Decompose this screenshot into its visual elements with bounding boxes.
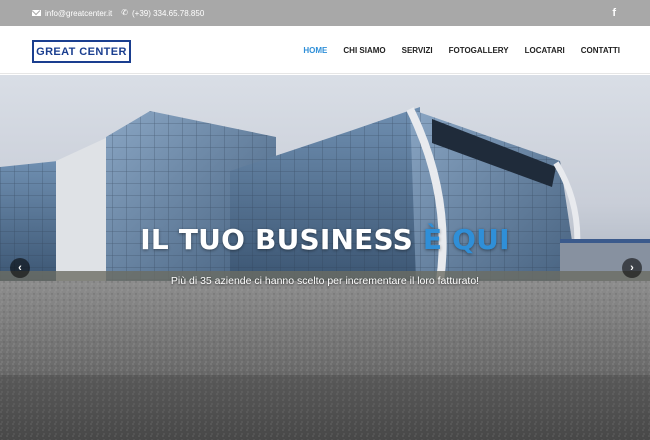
nav-item-fotogallery[interactable]: FOTOGALLERY	[449, 46, 509, 55]
hero-subtitle: Più di 35 aziende ci hanno scelto per in…	[170, 275, 480, 287]
phone-icon: ✆	[121, 8, 128, 17]
main-nav: HOME CHI SIAMO SERVIZI FOTOGALLERY LOCAT…	[287, 26, 620, 74]
facebook-icon[interactable]: f	[612, 7, 616, 19]
slider-next-button[interactable]: ›	[622, 258, 642, 278]
hero-title: IL TUO BUSINESS È QUI	[0, 223, 650, 256]
top-contact-bar: info@greatcenter.it ✆ (+39) 334.65.78.85…	[0, 0, 650, 26]
nav-item-home[interactable]: HOME	[303, 46, 327, 55]
phone-text: (+39) 334.65.78.850	[131, 8, 205, 18]
nav-item-locatari[interactable]: LOCATARI	[525, 46, 565, 55]
email-contact[interactable]: info@greatcenter.it	[32, 9, 112, 18]
slider-prev-button[interactable]: ‹	[10, 258, 30, 278]
site-logo[interactable]: GREAT CENTER	[32, 40, 131, 63]
hero-title-main: IL TUO BUSINESS	[140, 223, 423, 256]
hero-title-accent: È QUI	[422, 223, 510, 256]
nav-item-chi-siamo[interactable]: CHI SIAMO	[343, 46, 385, 55]
chevron-right-icon: ›	[630, 262, 634, 274]
hero-slider: IL TUO BUSINESS È QUI Più di 35 aziende …	[0, 75, 650, 440]
site-header: GREAT CENTER HOME CHI SIAMO SERVIZI FOTO…	[0, 26, 650, 74]
nav-item-servizi[interactable]: SERVIZI	[402, 46, 433, 55]
envelope-icon	[32, 10, 41, 16]
phone-contact[interactable]: ✆ (+39) 334.65.78.850	[121, 9, 204, 18]
building-photo	[0, 107, 650, 440]
chevron-left-icon: ‹	[18, 262, 22, 274]
nav-item-contatti[interactable]: CONTATTI	[581, 46, 620, 55]
email-text: info@greatcenter.it	[45, 8, 113, 18]
